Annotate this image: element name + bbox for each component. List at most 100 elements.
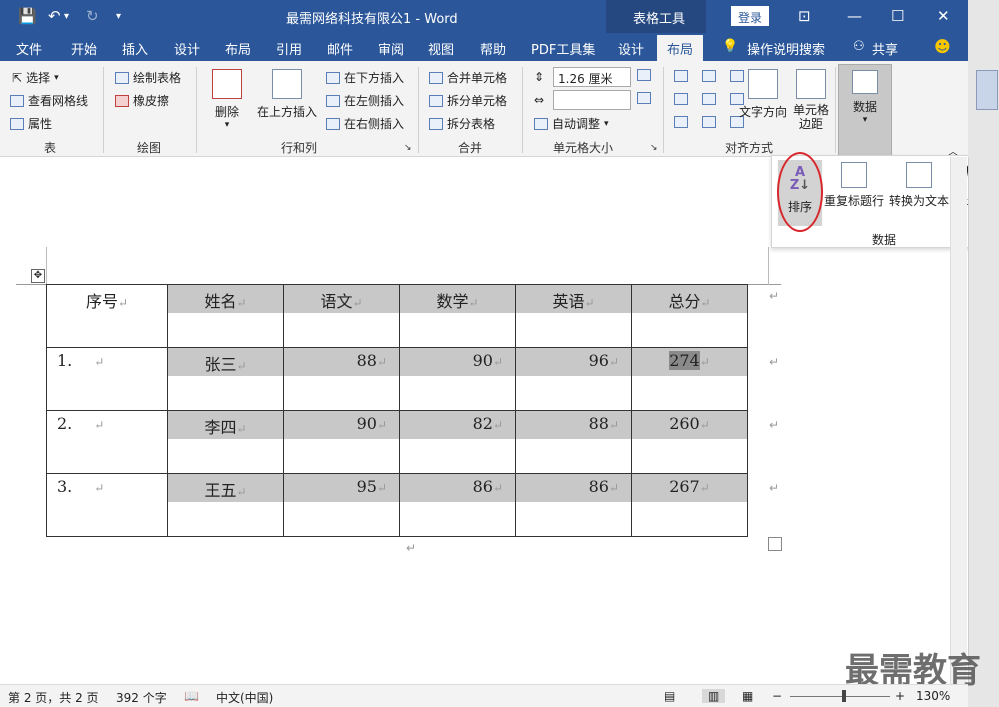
table-cell[interactable]: 李四↵ [167,410,284,474]
header-cell[interactable]: 英语↵ [515,284,632,348]
delete-button[interactable]: 删除 ▾ [209,69,245,130]
tab-table-design[interactable]: 设计 [618,39,644,58]
table-cell[interactable]: 90↵ [399,347,516,411]
text-direction-button[interactable]: 文字方向 [737,69,789,120]
login-button[interactable]: 登录 [731,6,769,26]
undo-dropdown-icon[interactable]: ▾ [64,11,69,22]
dialog-launcher-icon[interactable]: ↘ [404,143,412,153]
properties-button[interactable]: 属性 [10,115,52,132]
table-cell[interactable]: 张三↵ [167,347,284,411]
tab-pdf-tools[interactable]: PDF工具集 [531,39,595,58]
tell-me-search[interactable]: 操作说明搜索 [747,39,825,58]
split-table-button[interactable]: 拆分表格 [429,115,495,132]
align-bottom-center-icon[interactable] [702,116,716,128]
tab-file[interactable]: 文件 [16,39,42,58]
split-cells-button[interactable]: 拆分单元格 [429,92,507,109]
table-cell[interactable]: 88↵ [283,347,400,411]
draw-table-button[interactable]: 绘制表格 [115,69,181,86]
autofit-button[interactable]: 自动调整 ▾ [534,115,609,132]
share-button[interactable]: 共享 [872,39,898,58]
data-button[interactable]: 数据 ▾ [838,64,892,156]
zoom-out-icon[interactable]: − [772,689,782,703]
web-layout-icon[interactable]: ▦ [742,689,753,703]
table-cell[interactable]: 260↵ [631,410,748,474]
header-cell[interactable]: 总分↵ [631,284,748,348]
tab-layout[interactable]: 布局 [225,39,251,58]
view-gridlines-button[interactable]: 查看网格线 [10,92,88,109]
select-button[interactable]: ⇱ 选择 ▾ [12,69,59,86]
table-cell[interactable]: 267↵ [631,473,748,537]
eraser-button[interactable]: 橡皮擦 [115,92,169,109]
table-cell[interactable]: 90↵ [283,410,400,474]
tab-references[interactable]: 引用 [276,39,302,58]
save-icon[interactable]: 💾 [18,7,37,25]
page-count[interactable]: 第 2 页，共 2 页 [8,689,99,706]
table-cell[interactable]: 82↵ [399,410,516,474]
tab-help[interactable]: 帮助 [480,39,506,58]
scores-table[interactable]: 序号↵ 姓名↵ 语文↵ 数学↵ 英语↵ 总分↵ 1. ↵ 张三↵ 88↵ 90↵ … [46,284,748,537]
table-resize-handle-icon[interactable] [768,537,782,551]
chevron-down-icon: ▾ [54,72,59,83]
maximize-icon[interactable]: ☐ [891,7,904,25]
table-cell[interactable]: 2. ↵ [46,410,168,474]
align-center-icon[interactable] [702,93,716,105]
table-cell[interactable]: 95↵ [283,473,400,537]
group-label-draw: 绘图 [137,141,162,155]
zoom-slider-thumb[interactable] [842,690,846,702]
table-cell[interactable]: 274↵ [631,347,748,411]
insert-right-button[interactable]: 在右侧插入 [326,115,404,132]
header-cell[interactable]: 姓名↵ [167,284,284,348]
repeat-header-button[interactable]: 重复标题行 [823,162,885,209]
header-cell[interactable]: 数学↵ [399,284,516,348]
column-width-input[interactable] [553,90,631,110]
table-cell[interactable]: 王五↵ [167,473,284,537]
ribbon-display-icon[interactable]: ⊡ [798,7,811,25]
customize-toolbar-icon[interactable]: ▾ [116,11,121,22]
proofing-icon[interactable]: 📖 [184,689,199,703]
row-height-input[interactable]: 1.26 厘米 [553,67,631,87]
tab-home[interactable]: 开始 [71,39,97,58]
header-cell[interactable]: 序号↵ [46,284,168,348]
row-end-mark: ↵ [769,418,780,432]
table-cell[interactable]: 86↵ [515,473,632,537]
table-cell[interactable]: 88↵ [515,410,632,474]
tab-mailings[interactable]: 邮件 [327,39,353,58]
table-cell[interactable]: 86↵ [399,473,516,537]
smiley-icon[interactable]: ☻ [934,37,951,56]
zoom-level[interactable]: 130% [916,689,950,703]
tab-insert[interactable]: 插入 [122,39,148,58]
tab-design[interactable]: 设计 [174,39,200,58]
insert-above-button[interactable]: 在上方插入 [257,69,317,120]
align-top-center-icon[interactable] [702,70,716,82]
align-bottom-left-icon[interactable] [674,116,688,128]
zoom-slider[interactable] [790,696,890,697]
redo-icon[interactable]: ↻ [86,7,99,25]
insert-left-button[interactable]: 在左侧插入 [326,92,404,109]
tab-review[interactable]: 审阅 [378,39,404,58]
align-center-left-icon[interactable] [674,93,688,105]
insert-below-button[interactable]: 在下方插入 [326,69,404,86]
tab-table-layout[interactable]: 布局 [657,35,704,61]
distribute-columns-icon[interactable] [637,92,651,104]
cell-margins-button[interactable]: 单元格边距 [791,69,831,131]
align-top-left-icon[interactable] [674,70,688,82]
read-mode-icon[interactable]: ▤ [664,689,675,703]
header-cell[interactable]: 语文↵ [283,284,400,348]
table-cell[interactable]: 3. ↵ [46,473,168,537]
close-icon[interactable]: ✕ [937,7,950,25]
vertical-scrollbar[interactable] [950,157,967,684]
merge-cells-button[interactable]: 合并单元格 [429,69,507,86]
minimize-icon[interactable]: — [847,7,862,25]
tab-view[interactable]: 视图 [428,39,454,58]
table-cell[interactable]: 96↵ [515,347,632,411]
cell-size-launcher-icon[interactable]: ↘ [650,143,658,153]
word-count[interactable]: 392 个字 [116,689,167,706]
table-move-handle-icon[interactable]: ✥ [31,269,45,283]
zoom-in-icon[interactable]: + [895,689,905,703]
convert-to-text-button[interactable]: 转换为文本 [887,162,951,209]
undo-icon[interactable]: ↶ [48,7,61,25]
distribute-rows-icon[interactable] [637,69,651,81]
table-cell[interactable]: 1. ↵ [46,347,168,411]
print-layout-icon[interactable]: ▥ [702,689,726,703]
language[interactable]: 中文(中国) [216,689,273,706]
